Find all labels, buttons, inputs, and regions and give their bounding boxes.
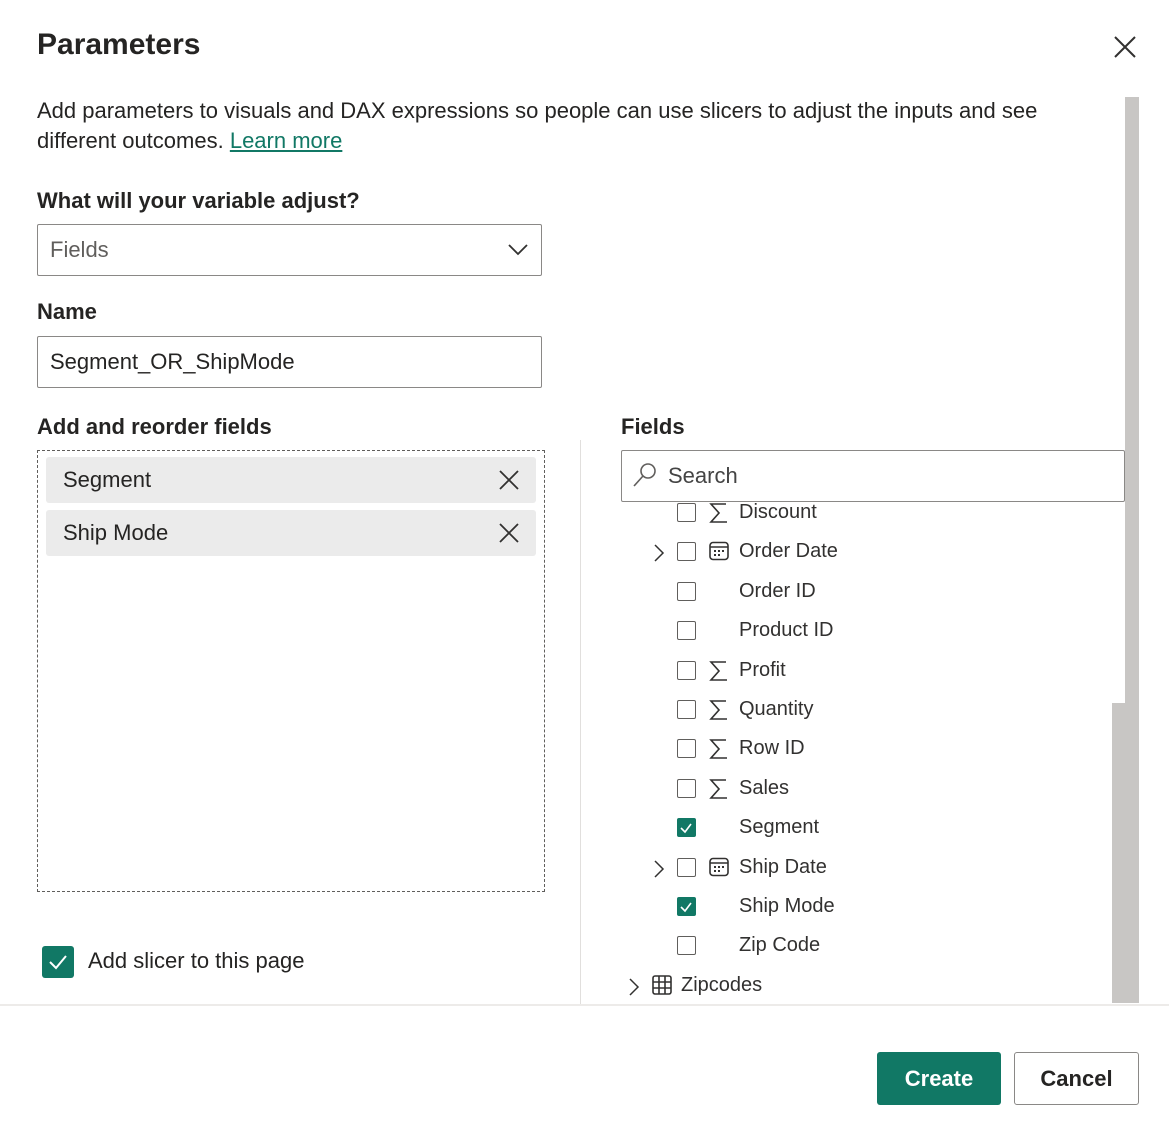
field-label: Zip Code: [739, 934, 821, 957]
table-icon: [652, 974, 672, 995]
field-item[interactable]: Row ID: [610, 729, 1110, 768]
field-item[interactable]: Ship Mode: [610, 887, 1110, 926]
field-item[interactable]: Order Date: [610, 532, 1110, 571]
adjust-dropdown[interactable]: Fields: [37, 224, 542, 276]
scrollbar-track[interactable]: [1125, 97, 1139, 1003]
field-checkbox[interactable]: [677, 897, 696, 916]
field-item[interactable]: Sales: [610, 769, 1110, 808]
adjust-value: Fields: [50, 237, 109, 262]
field-checkbox[interactable]: [677, 739, 696, 759]
learn-more-link[interactable]: Learn more: [230, 128, 343, 153]
field-item[interactable]: Zip Code: [610, 926, 1110, 965]
fields-label: Fields: [621, 414, 685, 439]
sigma-icon: [709, 738, 729, 760]
field-chip-ship-mode[interactable]: Ship Mode: [46, 510, 536, 556]
footer-divider: [0, 1004, 1169, 1006]
fields-list: Discount Order Date Order ID Product ID Prof…: [610, 502, 1110, 1004]
add-slicer-checkbox[interactable]: [42, 946, 74, 978]
table-label: Zipcodes: [681, 973, 763, 996]
calendar-icon: [709, 541, 729, 561]
field-label: Quantity: [739, 698, 814, 720]
table-item[interactable]: Zipcodes: [610, 966, 1110, 1004]
chip-label: Segment: [63, 467, 152, 492]
scrollbar-thumb[interactable]: [1112, 703, 1125, 1003]
name-label: Name: [37, 299, 97, 324]
dialog-title: Parameters: [37, 28, 201, 61]
chevron-down-icon: [508, 244, 528, 256]
close-icon[interactable]: [1110, 32, 1140, 62]
field-label: Order Date: [739, 540, 838, 563]
field-chip-segment[interactable]: Segment: [46, 457, 536, 503]
field-checkbox[interactable]: [677, 503, 696, 522]
sigma-icon: [709, 660, 729, 681]
field-label: Ship Mode: [739, 895, 835, 917]
field-label: Discount: [739, 502, 817, 523]
field-checkbox[interactable]: [677, 542, 696, 562]
sigma-icon: [709, 778, 729, 799]
reorder-fields-well[interactable]: Segment Ship Mode: [37, 450, 545, 892]
field-item[interactable]: Discount: [610, 502, 1110, 532]
field-label: Ship Date: [739, 855, 827, 878]
panel-divider: [580, 440, 581, 1005]
chevron-right-icon[interactable]: [653, 860, 665, 884]
field-label: Segment: [739, 816, 820, 839]
reorder-label: Add and reorder fields: [37, 414, 272, 439]
remove-icon[interactable]: [498, 522, 520, 544]
field-checkbox[interactable]: [677, 936, 696, 956]
field-checkbox[interactable]: [677, 660, 696, 680]
dialog-description: Add parameters to visuals and DAX expres…: [37, 96, 1097, 156]
field-label: Product ID: [739, 619, 834, 642]
name-input[interactable]: [37, 336, 542, 388]
field-checkbox[interactable]: [677, 857, 696, 877]
adjust-label: What will your variable adjust?: [37, 188, 360, 213]
field-checkbox[interactable]: [677, 581, 696, 601]
chevron-right-icon[interactable]: [628, 978, 640, 1002]
search-placeholder: Search: [668, 463, 738, 488]
calendar-icon: [709, 857, 729, 877]
field-item[interactable]: Profit: [610, 651, 1110, 690]
field-checkbox[interactable]: [677, 818, 696, 838]
field-label: Profit: [739, 658, 786, 681]
field-item[interactable]: Ship Date: [610, 848, 1110, 887]
add-slicer-label: Add slicer to this page: [88, 948, 305, 973]
chip-label: Ship Mode: [63, 520, 169, 545]
field-checkbox[interactable]: [677, 778, 696, 798]
sigma-icon: [709, 699, 729, 720]
description-text: Add parameters to visuals and DAX expres…: [37, 98, 1038, 153]
field-checkbox[interactable]: [677, 621, 696, 641]
field-label: Row ID: [739, 737, 805, 760]
field-checkbox[interactable]: [677, 700, 696, 719]
field-item[interactable]: Product ID: [610, 611, 1110, 650]
field-item[interactable]: Quantity: [610, 690, 1110, 729]
field-label: Order ID: [739, 579, 816, 602]
field-item[interactable]: Order ID: [610, 572, 1110, 611]
remove-icon[interactable]: [498, 469, 520, 491]
field-item[interactable]: Segment: [610, 808, 1110, 847]
search-icon: [633, 463, 656, 487]
fields-search-input[interactable]: Search: [621, 450, 1125, 502]
field-label: Sales: [739, 776, 790, 799]
create-button[interactable]: Create: [877, 1052, 1001, 1105]
chevron-right-icon[interactable]: [653, 544, 665, 568]
checkmark-icon: [49, 955, 67, 970]
cancel-button[interactable]: Cancel: [1014, 1052, 1139, 1105]
sigma-icon: [709, 502, 729, 523]
